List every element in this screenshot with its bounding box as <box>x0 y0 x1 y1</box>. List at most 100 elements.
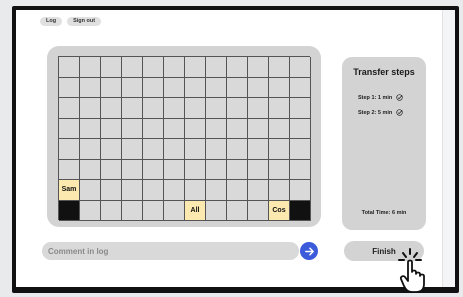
grid-cell[interactable] <box>122 180 143 201</box>
grid-cell[interactable] <box>206 118 227 139</box>
grid-cell[interactable] <box>143 180 164 201</box>
grid-cell-filled[interactable] <box>59 200 80 221</box>
grid-cell[interactable] <box>206 77 227 98</box>
grid-cell[interactable] <box>122 139 143 160</box>
grid-cell[interactable] <box>290 57 311 78</box>
grid-cell[interactable] <box>59 159 80 180</box>
grid-cell[interactable] <box>80 98 101 119</box>
grid-cell[interactable] <box>269 159 290 180</box>
grid-cell[interactable] <box>227 57 248 78</box>
grid-cell[interactable] <box>206 159 227 180</box>
grid-cell[interactable] <box>206 98 227 119</box>
grid-cell[interactable] <box>164 180 185 201</box>
grid-cell[interactable] <box>101 57 122 78</box>
comment-input[interactable] <box>42 242 299 260</box>
grid-cell[interactable] <box>185 98 206 119</box>
grid-cell[interactable] <box>269 139 290 160</box>
grid-cell[interactable] <box>227 180 248 201</box>
grid-cell[interactable] <box>59 98 80 119</box>
grid-cell[interactable] <box>164 200 185 221</box>
grid-cell[interactable] <box>269 57 290 78</box>
grid-cell[interactable] <box>59 118 80 139</box>
grid-cell[interactable] <box>248 139 269 160</box>
grid-cell[interactable] <box>269 98 290 119</box>
grid-cell[interactable] <box>59 57 80 78</box>
grid-cell[interactable] <box>248 57 269 78</box>
grid-cell[interactable] <box>143 77 164 98</box>
grid-cell[interactable] <box>101 98 122 119</box>
grid-cell[interactable] <box>290 118 311 139</box>
grid-cell[interactable] <box>269 77 290 98</box>
grid-cell[interactable] <box>248 77 269 98</box>
grid-cell[interactable] <box>122 159 143 180</box>
grid-cell[interactable] <box>143 200 164 221</box>
grid-cell[interactable] <box>101 77 122 98</box>
grid-cell[interactable] <box>185 118 206 139</box>
grid-cell-labeled[interactable]: Cos <box>269 200 290 221</box>
grid-cell[interactable] <box>227 77 248 98</box>
grid-cell-labeled[interactable]: Sam <box>59 180 80 201</box>
grid-cell[interactable] <box>59 77 80 98</box>
grid-cell[interactable] <box>206 139 227 160</box>
grid-cell[interactable] <box>227 139 248 160</box>
grid-cell[interactable] <box>80 159 101 180</box>
grid-cell[interactable] <box>290 180 311 201</box>
grid-cell[interactable] <box>269 180 290 201</box>
grid-cell[interactable] <box>227 118 248 139</box>
grid-cell[interactable] <box>206 57 227 78</box>
grid-cell[interactable] <box>143 159 164 180</box>
send-comment-button[interactable] <box>300 242 318 260</box>
grid-cell[interactable] <box>164 98 185 119</box>
grid-cell[interactable] <box>80 139 101 160</box>
sign-out-button[interactable]: Sign out <box>67 17 102 26</box>
grid-cell[interactable] <box>122 57 143 78</box>
grid-cell[interactable] <box>248 159 269 180</box>
grid-cell[interactable] <box>80 77 101 98</box>
grid-cell[interactable] <box>185 180 206 201</box>
grid-cell[interactable] <box>143 98 164 119</box>
grid-cell[interactable] <box>269 118 290 139</box>
grid-cell[interactable] <box>164 159 185 180</box>
grid-cell[interactable] <box>101 118 122 139</box>
grid-cell[interactable] <box>122 98 143 119</box>
grid-cell[interactable] <box>185 77 206 98</box>
grid-cell[interactable] <box>206 180 227 201</box>
grid-cell[interactable] <box>101 180 122 201</box>
grid-cell[interactable] <box>59 139 80 160</box>
grid-cell[interactable] <box>80 200 101 221</box>
grid-cell[interactable] <box>248 200 269 221</box>
grid-cell[interactable] <box>101 159 122 180</box>
grid-cell[interactable] <box>227 98 248 119</box>
grid-cell[interactable] <box>101 139 122 160</box>
grid-cell-filled[interactable] <box>290 200 311 221</box>
grid-cell[interactable] <box>80 180 101 201</box>
grid-cell[interactable] <box>185 57 206 78</box>
grid-cell[interactable] <box>206 200 227 221</box>
grid-cell[interactable] <box>143 118 164 139</box>
grid-cell[interactable] <box>290 139 311 160</box>
grid-cell[interactable] <box>248 180 269 201</box>
grid-cell[interactable] <box>290 159 311 180</box>
grid-cell[interactable] <box>290 77 311 98</box>
grid-cell[interactable] <box>164 77 185 98</box>
grid-cell[interactable] <box>122 77 143 98</box>
grid-cell[interactable] <box>290 98 311 119</box>
grid-cell[interactable] <box>101 200 122 221</box>
grid-cell[interactable] <box>164 57 185 78</box>
grid-cell[interactable] <box>248 98 269 119</box>
grid-cell-labeled[interactable]: All <box>185 200 206 221</box>
grid-cell[interactable] <box>122 200 143 221</box>
grid-cell[interactable] <box>185 139 206 160</box>
log-button[interactable]: Log <box>40 17 63 26</box>
grid-cell[interactable] <box>248 118 269 139</box>
grid-cell[interactable] <box>80 57 101 78</box>
grid-cell[interactable] <box>164 139 185 160</box>
grid-cell[interactable] <box>164 118 185 139</box>
grid-cell[interactable] <box>143 139 164 160</box>
grid-cell[interactable] <box>80 118 101 139</box>
grid-cell[interactable] <box>227 159 248 180</box>
grid-cell[interactable] <box>143 57 164 78</box>
grid-cell[interactable] <box>122 118 143 139</box>
grid-cell[interactable] <box>185 159 206 180</box>
grid-cell[interactable] <box>227 200 248 221</box>
